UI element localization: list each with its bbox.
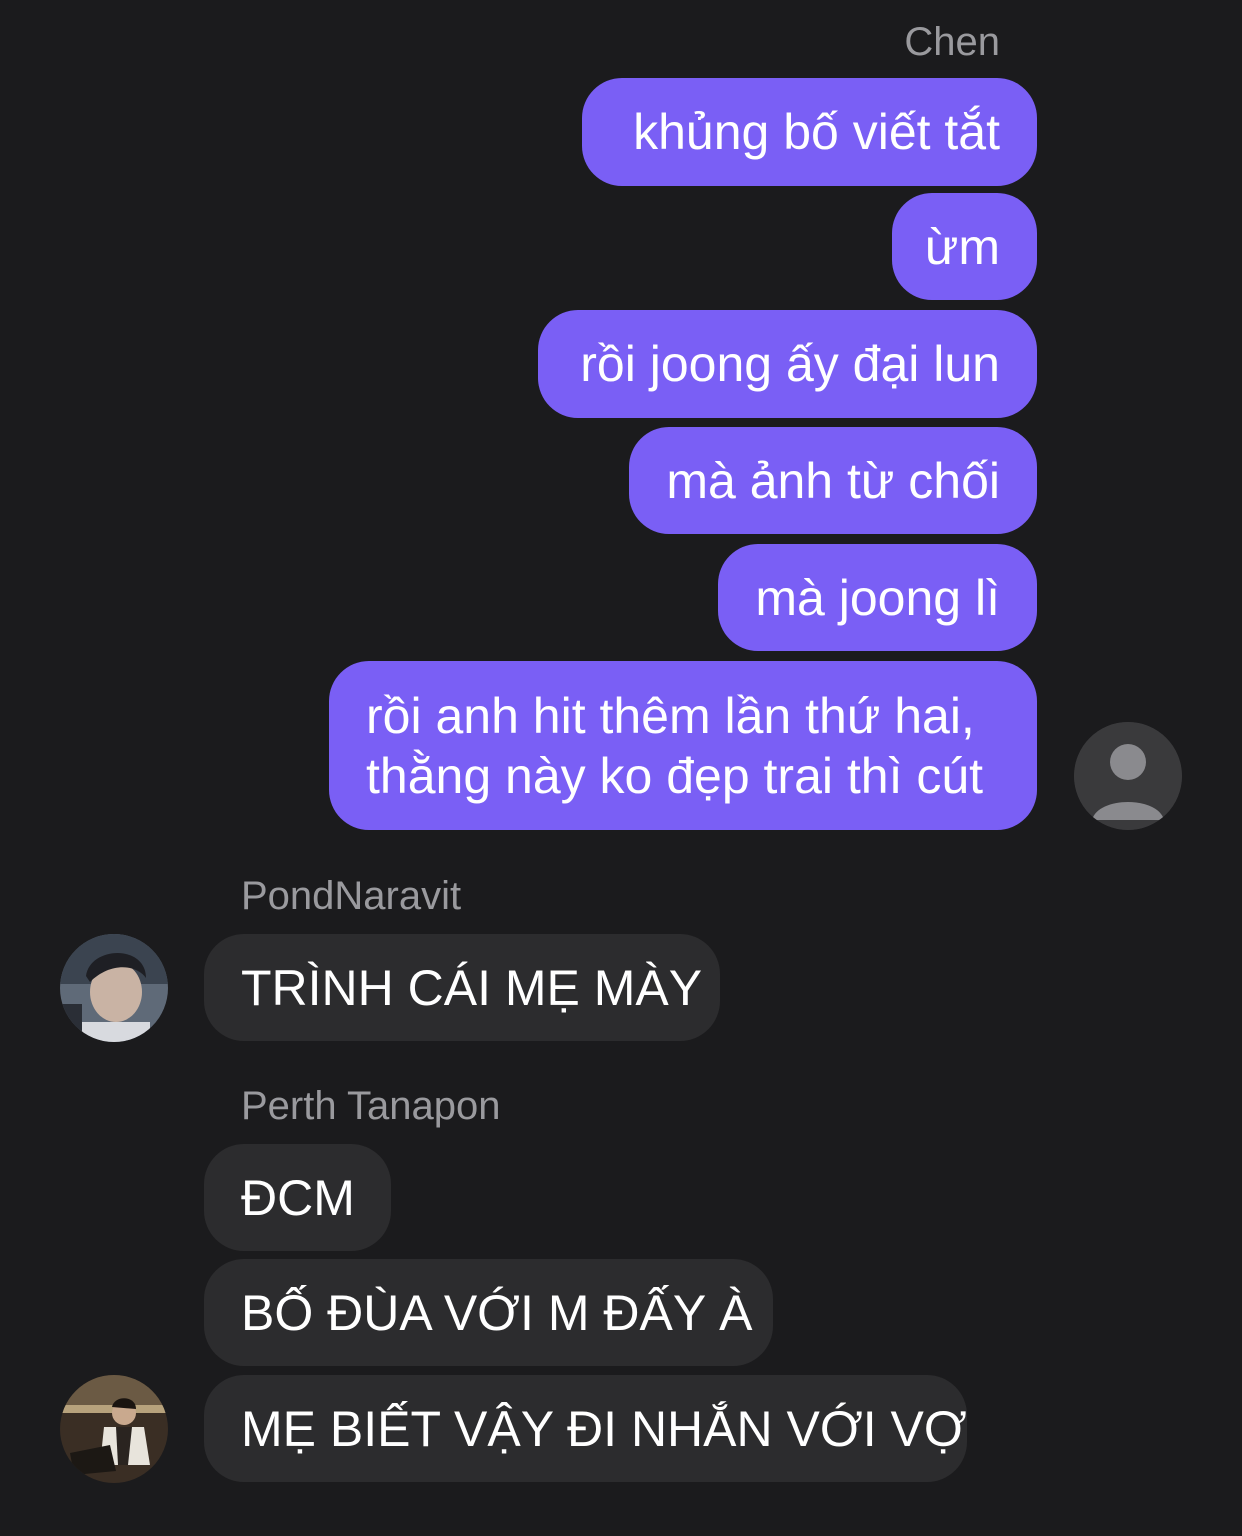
- outgoing-message[interactable]: ừm: [892, 193, 1037, 300]
- photo-avatar-icon: [60, 1375, 168, 1483]
- message-text: khủng bố viết tắt: [633, 104, 1000, 160]
- photo-avatar-icon: [60, 934, 168, 1042]
- message-text: rồi joong ấy đại lun: [580, 336, 1000, 392]
- incoming-message[interactable]: BỐ ĐÙA VỚI M ĐẤY À: [204, 1259, 773, 1366]
- message-text: MẸ BIẾT VẬY ĐI NHẮN VỚI VỢ: [241, 1400, 967, 1457]
- outgoing-message[interactable]: rồi joong ấy đại lun: [538, 310, 1037, 418]
- sender-name-pondnaravit: PondNaravit: [241, 874, 462, 918]
- perth-tanapon-avatar[interactable]: [60, 1375, 168, 1483]
- incoming-message[interactable]: ĐCM: [204, 1144, 391, 1251]
- message-text: mà joong lì: [755, 569, 1000, 626]
- outgoing-message[interactable]: mà ảnh từ chối: [629, 427, 1037, 534]
- pondnaravit-avatar[interactable]: [60, 934, 168, 1042]
- message-text: ừm: [924, 218, 1000, 275]
- sender-name-chen: Chen: [904, 20, 1000, 64]
- incoming-message[interactable]: TRÌNH CÁI MẸ MÀY: [204, 934, 720, 1041]
- outgoing-message[interactable]: mà joong lì: [718, 544, 1037, 651]
- outgoing-message[interactable]: khủng bố viết tắt: [582, 78, 1037, 186]
- message-text: rồi anh hit thêm lần thứ hai, thằng này …: [366, 687, 984, 804]
- message-text: ĐCM: [241, 1169, 355, 1226]
- outgoing-message[interactable]: rồi anh hit thêm lần thứ hai, thằng này …: [329, 661, 1037, 830]
- incoming-message[interactable]: MẸ BIẾT VẬY ĐI NHẮN VỚI VỢ: [204, 1375, 967, 1482]
- message-text: mà ảnh từ chối: [666, 452, 1000, 509]
- sender-name-perth-tanapon: Perth Tanapon: [241, 1084, 501, 1128]
- message-text: TRÌNH CÁI MẸ MÀY: [241, 959, 703, 1016]
- default-user-avatar[interactable]: [1074, 722, 1182, 830]
- message-text: BỐ ĐÙA VỚI M ĐẤY À: [241, 1284, 753, 1341]
- default-user-icon: [1074, 722, 1182, 830]
